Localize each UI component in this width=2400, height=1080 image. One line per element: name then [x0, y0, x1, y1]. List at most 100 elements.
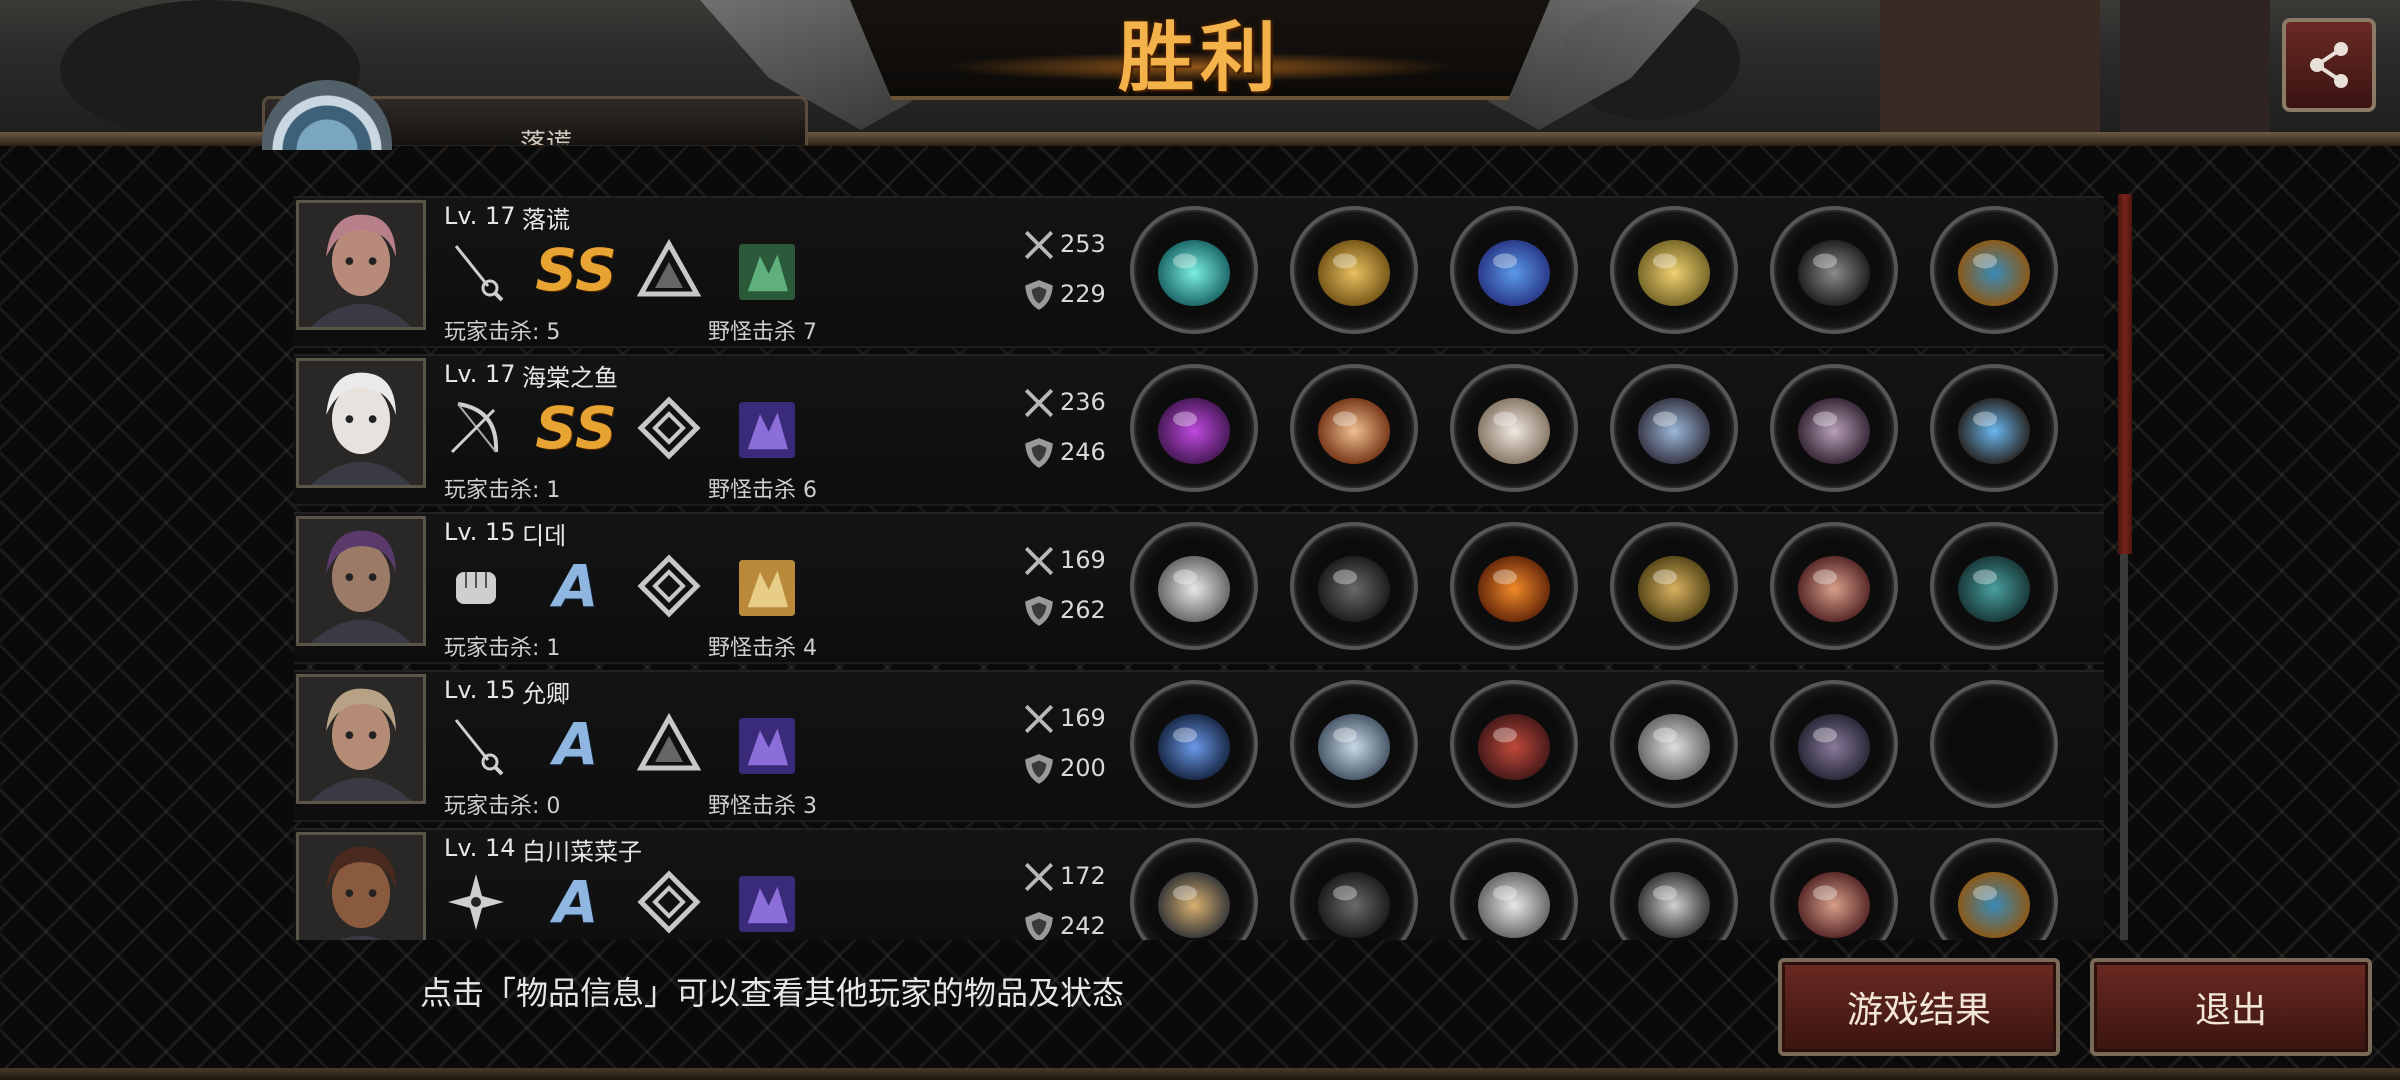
item-slot[interactable]: [1130, 680, 1258, 808]
item-slot[interactable]: [1130, 522, 1258, 650]
item-slot[interactable]: [1290, 206, 1418, 334]
fist-icon: [456, 572, 496, 604]
item-slot[interactable]: [1770, 838, 1898, 940]
player-level: Lv. 15: [444, 518, 516, 546]
weapon-type: [444, 238, 508, 302]
crossed-swords-icon: [1024, 230, 1054, 260]
player-avatar[interactable]: [296, 516, 426, 646]
defense-value: 229: [1060, 280, 1106, 308]
monster-badge: [739, 560, 795, 616]
monster-badge: [739, 402, 795, 458]
share-icon: [2310, 42, 2348, 88]
item-slot[interactable]: [1610, 364, 1738, 492]
player-list[interactable]: Lv. 17 落谎 SS 玩家击杀: 5 野怪击杀 7 253 229 Lv. 17 海棠之鱼 S…: [294, 196, 2104, 940]
player-row[interactable]: Lv. 17 落谎 SS 玩家击杀: 5 野怪击杀 7 253 229: [294, 196, 2104, 348]
attack-value: 253: [1060, 230, 1106, 258]
crossed-swords-icon: [1024, 862, 1054, 892]
watch-icon: [1638, 398, 1710, 464]
item-slot[interactable]: [1930, 364, 2058, 492]
item-slot[interactable]: [1450, 206, 1578, 334]
blue-earrings-icon: [1958, 240, 2030, 306]
player-name: 白川菜菜子: [522, 838, 642, 866]
tier-badge: [637, 870, 701, 934]
purple-monster-icon: [739, 876, 795, 932]
spear-icon: [1158, 240, 1230, 306]
player-row[interactable]: Lv. 15 디데 A 玩家击杀: 1 野怪击杀 4 169 262: [294, 512, 2104, 664]
attack-value: 169: [1060, 704, 1106, 732]
player-avatar[interactable]: [296, 200, 426, 330]
empty-item-slot[interactable]: [1930, 680, 2058, 808]
weapon-type: [444, 712, 508, 776]
leather-bracer-icon: [1798, 556, 1870, 622]
item-slot[interactable]: [1290, 680, 1418, 808]
monster-kills: 野怪击杀 3: [708, 794, 817, 819]
player-avatar[interactable]: [296, 832, 426, 940]
item-slot[interactable]: [1770, 522, 1898, 650]
item-slot[interactable]: [1450, 838, 1578, 940]
gold-bracelet-icon: [1638, 240, 1710, 306]
player-row[interactable]: Lv. 17 海棠之鱼 SS 玩家击杀: 1 野怪击杀 6 236 246: [294, 354, 2104, 506]
victory-banner: 胜利: [700, 0, 1700, 130]
shield-icon: [1025, 438, 1053, 468]
item-slot[interactable]: [1930, 206, 2058, 334]
tier-badge: [637, 554, 701, 618]
purple-monster-icon: [739, 718, 795, 774]
item-slot[interactable]: [1930, 522, 2058, 650]
red-armor-icon: [1478, 714, 1550, 780]
item-slot[interactable]: [1290, 522, 1418, 650]
player-row[interactable]: Lv. 15 允卿 A 玩家击杀: 0 野怪击杀 3 169 200: [294, 670, 2104, 822]
item-slot[interactable]: [1130, 206, 1258, 334]
silver-diamond-icon: [637, 870, 701, 934]
player-avatar[interactable]: [296, 358, 426, 488]
item-slot[interactable]: [1610, 838, 1738, 940]
fire-armor-icon: [1478, 556, 1550, 622]
player-name: 디데: [522, 522, 567, 550]
shield-icon: [1025, 280, 1053, 310]
player-name: 落谎: [522, 206, 570, 234]
rapier-icon: [454, 719, 504, 776]
portrait-image: [299, 835, 423, 940]
item-slot[interactable]: [1610, 680, 1738, 808]
player-kills: 玩家击杀: 1: [444, 478, 561, 503]
player-avatar[interactable]: [296, 674, 426, 804]
game-result-button[interactable]: 游戏结果: [1778, 958, 2060, 1056]
player-level: Lv. 17: [444, 360, 516, 388]
item-slot[interactable]: [1130, 838, 1258, 940]
item-slot[interactable]: [1290, 838, 1418, 940]
attack-icon: [1022, 386, 1056, 420]
item-slot[interactable]: [1450, 364, 1578, 492]
rank-badge: A: [553, 710, 599, 778]
item-slot[interactable]: [1290, 364, 1418, 492]
shuriken-disc-icon: [1158, 872, 1230, 938]
item-slot[interactable]: [1770, 206, 1898, 334]
defense-icon: [1022, 436, 1056, 470]
monster-badge: [739, 244, 795, 300]
gauntlet-icon: [1158, 556, 1230, 622]
weapon-type: [444, 870, 508, 934]
exit-button[interactable]: 退出: [2090, 958, 2372, 1056]
share-button[interactable]: [2282, 18, 2376, 112]
item-slot[interactable]: [1450, 522, 1578, 650]
item-slot[interactable]: [1770, 680, 1898, 808]
scrollbar-thumb[interactable]: [2118, 194, 2132, 554]
item-slot[interactable]: [1610, 206, 1738, 334]
item-slot[interactable]: [1610, 522, 1738, 650]
player-row[interactable]: Lv. 14白川菜菜子A玩家击杀: 1野怪击杀 3172242: [294, 828, 2104, 940]
item-slot[interactable]: [1130, 364, 1258, 492]
silver-bracer-icon: [1638, 714, 1710, 780]
player-name: 允卿: [522, 680, 570, 708]
scope-icon: [1958, 556, 2030, 622]
defense-value: 246: [1060, 438, 1106, 466]
item-slot[interactable]: [1770, 364, 1898, 492]
defense-value: 200: [1060, 754, 1106, 782]
portrait-image: [299, 519, 423, 643]
crossed-swords-icon: [1024, 704, 1054, 734]
tier-badge: [637, 238, 701, 302]
quiver-icon: [1958, 398, 2030, 464]
shield-icon: [1025, 912, 1053, 940]
item-slot[interactable]: [1930, 838, 2058, 940]
black-helmet-icon: [1318, 556, 1390, 622]
rank-badge: SS: [535, 236, 617, 304]
bow-icon: [450, 402, 499, 454]
item-slot[interactable]: [1450, 680, 1578, 808]
